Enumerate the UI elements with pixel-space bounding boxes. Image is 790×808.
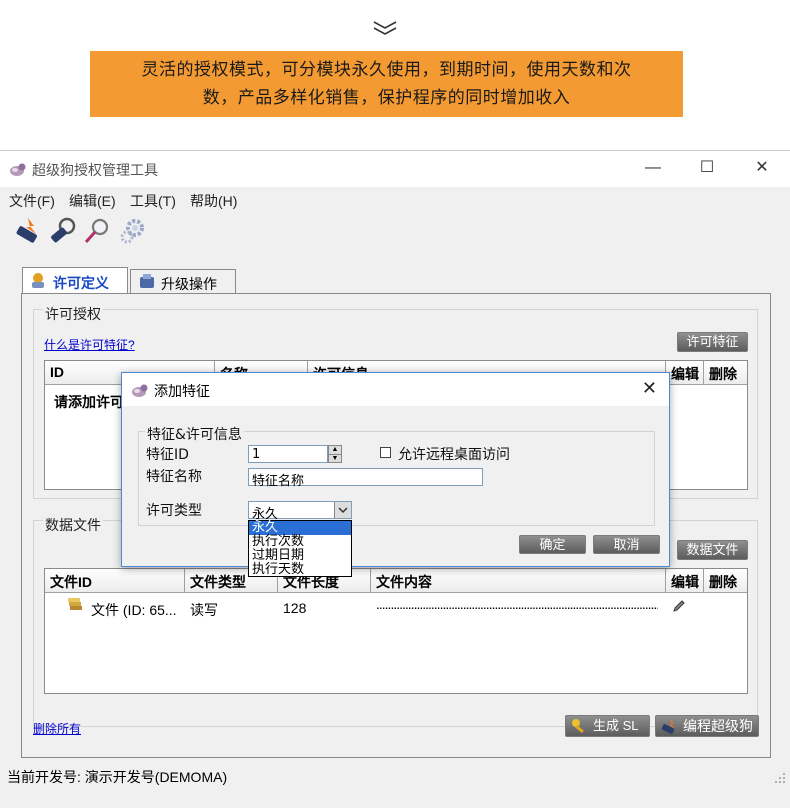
app-icon xyxy=(10,163,26,176)
remote-desktop-label: 允许远程桌面访问 xyxy=(398,447,510,463)
add-feature-button[interactable]: 许可特征 xyxy=(677,332,748,352)
col-header-file-id[interactable]: 文件ID xyxy=(45,569,185,593)
program-dongle-label: 编程超级狗 xyxy=(683,718,753,734)
program-dongle-button[interactable]: 编程超级狗 xyxy=(655,715,759,737)
resize-grip-icon[interactable] xyxy=(774,772,786,784)
menu-tools[interactable]: 工具(T) xyxy=(130,191,176,211)
col-header-delete[interactable]: 删除 xyxy=(704,569,747,593)
tab-upgrade[interactable]: 升级操作 xyxy=(130,269,236,293)
spinner-up-icon[interactable]: ▲ xyxy=(329,446,341,455)
gear-icon[interactable] xyxy=(118,216,148,246)
col-header-file-content[interactable]: 文件内容 xyxy=(371,569,666,593)
add-feature-dialog: 添加特征 ✕ 特征&许可信息 特征ID 1 ▲ ▼ 允许远程桌面访问 特征名称 … xyxy=(121,372,670,577)
feature-id-label: 特征ID xyxy=(146,447,189,463)
chevron-down-icon[interactable] xyxy=(334,502,351,518)
feature-id-value: 1 xyxy=(252,447,261,462)
license-type-label: 许可类型 xyxy=(146,503,202,519)
col-header-edit[interactable]: 编辑 xyxy=(666,361,704,385)
chevron-down-icon xyxy=(373,21,397,35)
file-stack-icon xyxy=(68,598,82,610)
feature-name-field[interactable]: 特征名称 xyxy=(248,468,483,489)
dialog-title-bar: 添加特征 ✕ xyxy=(122,373,669,406)
option-execution-count[interactable]: 执行次数 xyxy=(249,535,351,549)
ok-button[interactable]: 确定 xyxy=(519,535,586,554)
file-content-cell: ........................................… xyxy=(376,596,658,612)
add-data-file-button[interactable]: 数据文件 xyxy=(677,540,748,560)
search-dongle-icon[interactable] xyxy=(82,216,112,246)
cancel-button[interactable]: 取消 xyxy=(593,535,660,554)
feature-id-spinner[interactable]: ▲ ▼ xyxy=(328,445,342,463)
maximize-button[interactable]: ☐ xyxy=(692,157,722,179)
tab-label: 许可定义 xyxy=(53,275,109,291)
status-bar: 当前开发号: 演示开发号(DEMOMA) xyxy=(0,764,790,788)
file-type-cell: 读写 xyxy=(190,602,218,618)
data-files-title: 数据文件 xyxy=(43,515,103,535)
file-id-cell: 文件 (ID: 65... xyxy=(91,602,177,618)
menu-bar: 文件(F) 编辑(E) 工具(T) 帮助(H) xyxy=(0,186,790,212)
dongle-flash-icon[interactable] xyxy=(14,216,44,246)
toolbar xyxy=(0,212,790,250)
dongle-key-icon[interactable] xyxy=(48,216,78,246)
remote-desktop-checkbox[interactable] xyxy=(380,447,391,458)
tab-label: 升级操作 xyxy=(161,276,217,292)
file-length-cell: 128 xyxy=(283,600,307,616)
menu-help[interactable]: 帮助(H) xyxy=(190,191,237,211)
col-header-edit[interactable]: 编辑 xyxy=(666,569,704,593)
tab-license-definition[interactable]: 许可定义 xyxy=(22,267,128,293)
app-icon xyxy=(132,384,148,397)
pencil-icon[interactable] xyxy=(671,598,687,614)
feature-info-group-title: 特征&许可信息 xyxy=(145,424,244,444)
promo-banner: 灵活的授权模式，可分模块永久使用，到期时间，使用天数和次 数，产品多样化销售，保… xyxy=(90,51,683,117)
option-execution-days[interactable]: 执行天数 xyxy=(249,563,351,577)
upgrade-tab-icon xyxy=(140,274,154,288)
license-group-title: 许可授权 xyxy=(43,304,103,324)
generate-sl-label: 生成 SL xyxy=(593,718,639,733)
banner-line-1: 灵活的授权模式，可分模块永久使用，到期时间，使用天数和次 xyxy=(141,60,632,79)
spinner-down-icon[interactable]: ▼ xyxy=(329,455,341,463)
banner-line-2: 数，产品多样化销售，保护程序的同时增加收入 xyxy=(202,88,571,107)
dialog-title: 添加特征 xyxy=(154,383,210,399)
feature-id-field[interactable]: 1 xyxy=(248,445,328,463)
option-permanent[interactable]: 永久 xyxy=(249,521,351,535)
dialog-close-button[interactable]: ✕ xyxy=(642,378,657,399)
generate-sl-button[interactable]: 生成 SL xyxy=(565,715,650,737)
developer-id-status: 当前开发号: 演示开发号(DEMOMA) xyxy=(7,769,228,785)
data-files-table: 文件ID 文件类型 文件长度 文件内容 编辑 删除 文件 (ID: 65... … xyxy=(44,568,748,694)
license-type-dropdown-list: 永久 执行次数 过期日期 执行天数 xyxy=(248,520,352,577)
license-tab-icon xyxy=(32,273,44,288)
close-button[interactable]: ✕ xyxy=(747,157,777,179)
minimize-button[interactable]: — xyxy=(638,157,668,179)
option-expiry-date[interactable]: 过期日期 xyxy=(249,549,351,563)
title-bar: 超级狗授权管理工具 — ☐ ✕ xyxy=(0,150,790,187)
window-title: 超级狗授权管理工具 xyxy=(32,162,158,178)
col-header-delete[interactable]: 删除 xyxy=(704,361,747,385)
license-type-select[interactable]: 永久 xyxy=(248,501,352,522)
feature-name-value: 特征名称 xyxy=(252,474,305,489)
dongle-icon xyxy=(661,719,675,734)
menu-edit[interactable]: 编辑(E) xyxy=(69,191,116,211)
menu-file[interactable]: 文件(F) xyxy=(9,191,55,211)
delete-all-link[interactable]: 删除所有 xyxy=(33,720,81,737)
empty-table-hint: 请添加许可 xyxy=(54,394,124,410)
key-icon xyxy=(572,719,584,734)
feature-name-label: 特征名称 xyxy=(146,469,202,485)
what-is-feature-link[interactable]: 什么是许可特征? xyxy=(44,336,135,353)
